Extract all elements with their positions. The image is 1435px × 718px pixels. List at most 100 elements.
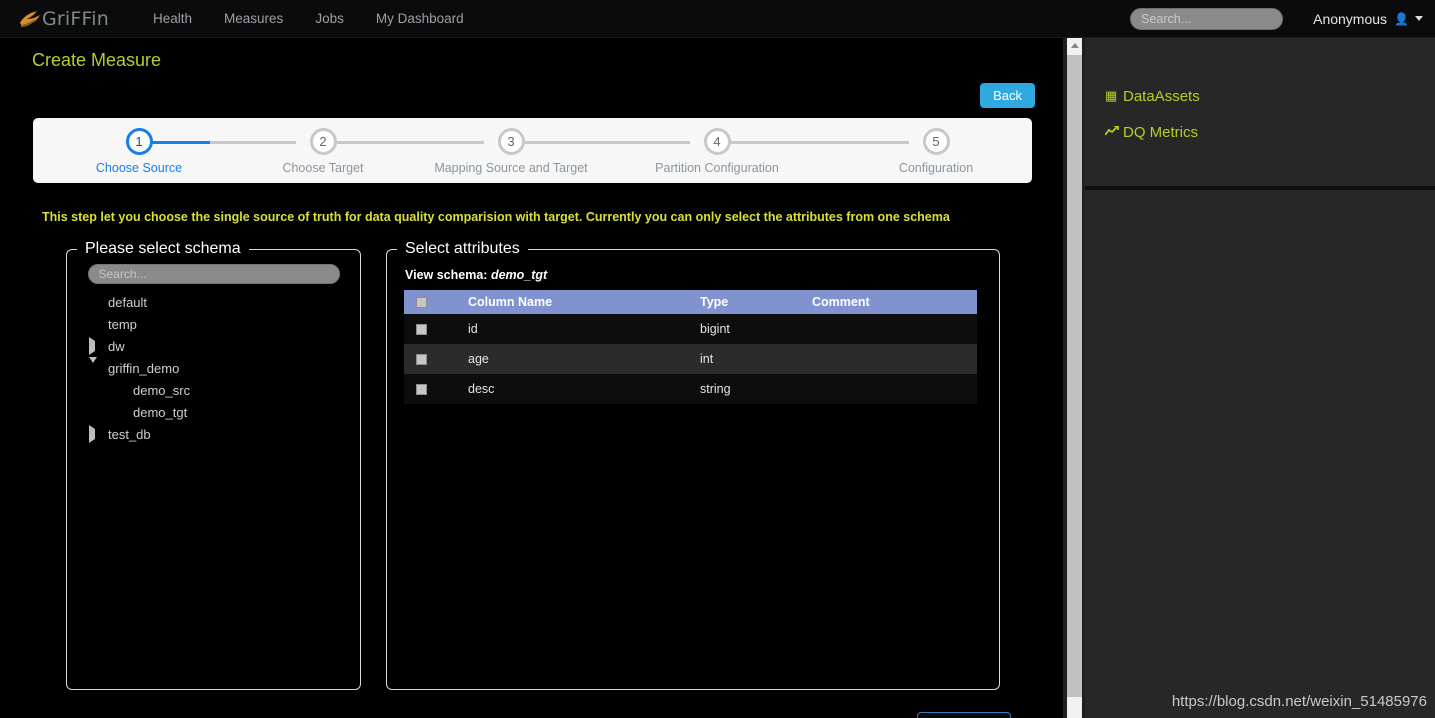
- chevron-right-icon[interactable]: [89, 425, 102, 443]
- nav-link-health[interactable]: Health: [137, 0, 208, 38]
- chevron-down-glyph: [89, 357, 97, 373]
- attributes-table: Column Name Type Comment id bigint age int d…: [404, 290, 977, 404]
- schema-tree-item-temp[interactable]: temp: [89, 313, 360, 335]
- cell-comment: [812, 314, 977, 344]
- row-checkbox-cell: [404, 344, 468, 374]
- schema-tree-item-label: griffin_demo: [108, 360, 180, 376]
- table-row[interactable]: age int: [404, 344, 977, 374]
- row-checkbox[interactable]: [416, 324, 427, 336]
- row-checkbox[interactable]: [416, 354, 427, 366]
- user-name-label: Anonymous: [1313, 10, 1388, 27]
- step-instruction-text: This step let you choose the single sour…: [42, 210, 950, 224]
- global-search-input[interactable]: [1130, 7, 1284, 30]
- stepper-connector-3: [512, 141, 690, 144]
- row-checkbox-cell: [404, 314, 468, 344]
- sidebar-item-dq-metrics[interactable]: DQ Metrics: [1085, 119, 1435, 145]
- schema-tree: default temp dw griffin_demo demo_src demo_tg…: [67, 291, 360, 445]
- chart-line-icon: [1104, 124, 1123, 140]
- stepper-step-5[interactable]: 5 Configuration: [851, 128, 1021, 175]
- stepper-step-1-label: Choose Source: [95, 161, 183, 175]
- row-checkbox-cell: [404, 374, 468, 404]
- schema-tree-item-label: test_db: [108, 426, 151, 442]
- chevron-right-glyph: [89, 425, 95, 443]
- nav-link-measures[interactable]: Measures: [208, 0, 299, 38]
- schema-search-input[interactable]: [87, 264, 340, 284]
- cell-type: bigint: [700, 314, 812, 344]
- schema-tree-item-label: temp: [108, 316, 137, 332]
- stepper-step-3-label: Mapping Source and Target: [434, 161, 588, 175]
- schema-tree-item-demo_tgt[interactable]: demo_tgt: [89, 401, 360, 423]
- stepper-step-2-label: Choose Target: [282, 161, 364, 175]
- stepper-step-3[interactable]: 3 Mapping Source and Target: [426, 128, 596, 175]
- schema-tree-item-griffin_demo[interactable]: griffin_demo: [89, 357, 360, 379]
- wizard-stepper: 1 Choose Source 2 Choose Target 3 Mapping Sou…: [33, 118, 1032, 183]
- stepper-step-3-number: 3: [497, 128, 525, 155]
- chevron-up-icon: [1070, 43, 1079, 48]
- page-title: Create Measure: [32, 50, 162, 70]
- user-menu[interactable]: Anonymous 👤: [1313, 11, 1423, 27]
- stepper-connector-4: [718, 141, 909, 144]
- chevron-right-glyph: [89, 337, 95, 355]
- schema-tree-item-demo_src[interactable]: demo_src: [89, 379, 360, 401]
- top-navbar: GriFFin Health Measures Jobs My Dashboar…: [0, 0, 1435, 38]
- cell-type: string: [700, 374, 812, 404]
- schema-tree-item-label: demo_src: [133, 382, 191, 398]
- user-icon: 👤: [1394, 11, 1409, 26]
- stepper-connector-2: [324, 141, 484, 144]
- navbar-right: Anonymous 👤: [1130, 7, 1435, 30]
- next-button[interactable]: Next ➤: [917, 712, 1011, 718]
- stepper-step-5-label: Configuration: [898, 161, 974, 175]
- schema-tree-item-default[interactable]: default: [89, 291, 360, 313]
- schema-panel: Please select schema default temp dw griffi…: [66, 240, 361, 690]
- scrollbar-thumb[interactable]: [1067, 55, 1082, 697]
- select-all-header: [404, 290, 468, 314]
- nav-links: Health Measures Jobs My Dashboard: [137, 0, 480, 38]
- stepper-connector-1-remainder: [210, 141, 296, 144]
- table-row[interactable]: desc string: [404, 374, 977, 404]
- sidebar-divider: [1085, 186, 1435, 190]
- stepper-step-1[interactable]: 1 Choose Source: [54, 128, 224, 175]
- stepper-step-4-label: Partition Configuration: [655, 161, 779, 175]
- sidebar-item-dq-metrics-label: DQ Metrics: [1123, 123, 1198, 141]
- chevron-down-icon[interactable]: [89, 357, 102, 373]
- stepper-step-1-number: 1: [125, 128, 153, 155]
- schema-tree-item-label: demo_tgt: [133, 404, 188, 420]
- right-sidebar: ▦ DataAssets DQ Metrics https://blog.csd…: [1085, 38, 1435, 718]
- cell-type: int: [700, 344, 812, 374]
- schema-tree-item-dw[interactable]: dw: [89, 335, 360, 357]
- header-type: Type: [700, 290, 812, 314]
- view-schema-label: View schema: demo_tgt: [405, 268, 999, 282]
- stepper-step-4-number: 4: [703, 128, 731, 155]
- stepper-step-5-number: 5: [922, 128, 950, 155]
- row-checkbox[interactable]: [416, 384, 427, 396]
- scrollbar-up-button[interactable]: [1067, 38, 1082, 53]
- back-button[interactable]: Back: [980, 83, 1035, 108]
- cell-column-name: desc: [468, 374, 700, 404]
- stepper-step-2-number: 2: [309, 128, 337, 155]
- view-schema-prefix: View schema:: [405, 268, 488, 282]
- stepper-step-2[interactable]: 2 Choose Target: [238, 128, 408, 175]
- chevron-right-icon[interactable]: [89, 337, 102, 355]
- select-all-checkbox[interactable]: [416, 297, 427, 309]
- header-comment: Comment: [812, 290, 977, 314]
- header-column-name: Column Name: [468, 290, 700, 314]
- attributes-panel: Select attributes View schema: demo_tgt …: [386, 240, 1000, 690]
- schema-tree-item-test_db[interactable]: test_db: [89, 423, 360, 445]
- griffin-logo-icon: [17, 7, 45, 31]
- cell-column-name: id: [468, 314, 700, 344]
- main-content: Create Measure Back 1 Choose Source 2 Choos…: [0, 38, 1063, 718]
- stepper-step-4[interactable]: 4 Partition Configuration: [632, 128, 802, 175]
- schema-tree-item-label: dw: [108, 338, 125, 354]
- cell-comment: [812, 374, 977, 404]
- nav-link-jobs[interactable]: Jobs: [299, 0, 360, 38]
- brand-name: GriFFin: [42, 7, 110, 30]
- brand-logo-link[interactable]: GriFFin: [17, 7, 113, 31]
- schema-tree-item-label: default: [108, 294, 148, 310]
- watermark-text: https://blog.csdn.net/weixin_51485976: [1171, 693, 1427, 710]
- nav-link-my-dashboard[interactable]: My Dashboard: [360, 0, 480, 38]
- sidebar-item-dataassets-label: DataAssets: [1123, 87, 1200, 105]
- caret-down-icon: [1415, 16, 1423, 21]
- table-row[interactable]: id bigint: [404, 314, 977, 344]
- sidebar-item-dataassets[interactable]: ▦ DataAssets: [1085, 83, 1435, 109]
- page-scrollbar[interactable]: [1063, 38, 1085, 718]
